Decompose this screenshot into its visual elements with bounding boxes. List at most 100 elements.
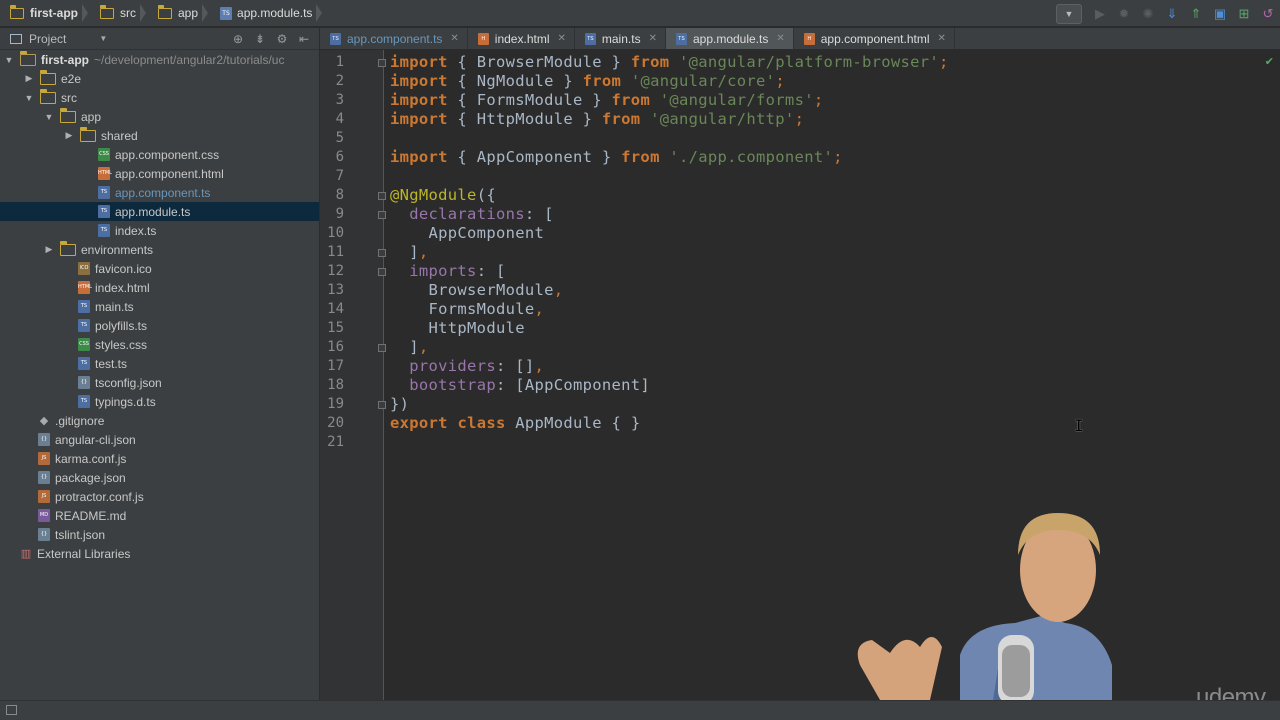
tree-item[interactable]: ▶{}tsconfig.json (0, 373, 319, 392)
tree-item[interactable]: ▶▥External Libraries (0, 544, 319, 563)
undo-icon[interactable]: ↺ (1256, 3, 1280, 25)
tree-item[interactable]: ▶TSapp.module.ts (0, 202, 319, 221)
code-token: ; (775, 72, 785, 90)
close-icon[interactable]: ✕ (937, 33, 945, 44)
fold-marker-icon[interactable] (378, 192, 386, 200)
code-line[interactable]: HttpModule (390, 319, 525, 337)
chevron-down-icon[interactable]: ▼ (24, 93, 34, 103)
code-line[interactable]: export class AppModule { } (390, 414, 640, 432)
code-line[interactable]: @NgModule({ (390, 186, 496, 204)
chevron-right-icon[interactable]: ▶ (64, 130, 74, 141)
code-line[interactable]: declarations: [ (390, 205, 554, 223)
coverage-icon[interactable]: ✺ (1136, 3, 1160, 25)
editor-tab[interactable]: TS main.ts ✕ (575, 28, 666, 49)
editor-tab[interactable]: TS app.component.ts ✕ (320, 28, 468, 49)
chevron-right-icon[interactable]: ▶ (44, 244, 54, 255)
tree-item[interactable]: ▼ app (0, 107, 319, 126)
tree-item-label: environments (81, 242, 154, 257)
tree-item[interactable]: ▼ src (0, 88, 319, 107)
chevron-down-icon[interactable]: ▼ (4, 55, 14, 65)
code-token: ; (833, 148, 843, 166)
tree-item[interactable]: ▶{}angular-cli.json (0, 430, 319, 449)
tree-item[interactable]: ▶TStest.ts (0, 354, 319, 373)
code-token: FormsModule (390, 300, 535, 318)
code-line[interactable]: FormsModule, (390, 300, 544, 318)
close-icon[interactable]: ✕ (558, 33, 566, 44)
locate-icon[interactable]: ⊕ (227, 32, 249, 46)
collapse-all-icon[interactable]: ⇟ (249, 32, 271, 46)
code-line[interactable]: providers: [], (390, 357, 544, 375)
tree-item[interactable]: ▶ environments (0, 240, 319, 259)
close-icon[interactable]: ✕ (450, 33, 458, 44)
hide-panel-icon[interactable]: ⇤ (293, 32, 315, 46)
tree-item[interactable]: ▼ first-app ~/development/angular2/tutoria… (0, 50, 319, 69)
tree-item[interactable]: ▶TSapp.component.ts (0, 183, 319, 202)
tree-item[interactable]: ▶JSprotractor.conf.js (0, 487, 319, 506)
tree-item[interactable]: ▶HTMLindex.html (0, 278, 319, 297)
tree-item[interactable]: ▶CSSapp.component.css (0, 145, 319, 164)
chevron-right-icon[interactable]: ▶ (24, 73, 34, 84)
fold-marker-icon[interactable] (378, 59, 386, 67)
tree-item[interactable]: ▶CSSstyles.css (0, 335, 319, 354)
code-line[interactable]: BrowserModule, (390, 281, 564, 299)
fold-marker-icon[interactable] (378, 344, 386, 352)
tree-item-label: main.ts (95, 299, 134, 314)
tree-item[interactable]: ▶TStypings.d.ts (0, 392, 319, 411)
close-icon[interactable]: ✕ (649, 33, 657, 44)
structure-icon[interactable]: ⊞ (1232, 3, 1256, 25)
tree-item-label: app.module.ts (115, 204, 191, 219)
navigation-bar: first-app src app TS app.module.ts ▼ ▶ ✹ ✺ ⇓… (0, 0, 1280, 27)
debug-icon[interactable]: ✹ (1112, 3, 1136, 25)
vcs-update-icon[interactable]: ⇓ (1160, 3, 1184, 25)
close-icon[interactable]: ✕ (776, 33, 784, 44)
tree-item[interactable]: ▶ICOfavicon.ico (0, 259, 319, 278)
chevron-down-icon[interactable]: ▼ (99, 34, 107, 43)
fold-marker-icon[interactable] (378, 268, 386, 276)
editor-tab[interactable]: Hindex.html ✕ (468, 28, 575, 49)
fold-marker-icon[interactable] (378, 401, 386, 409)
tree-item[interactable]: ▶TSindex.ts (0, 221, 319, 240)
fold-marker-icon[interactable] (378, 249, 386, 257)
code-line[interactable]: ], (390, 338, 429, 356)
editor-tab[interactable]: TS app.module.ts ✕ (665, 28, 794, 49)
code-line[interactable]: import { BrowserModule } from '@angular/… (390, 53, 949, 71)
project-panel-title[interactable]: Project (29, 32, 66, 46)
run-icon[interactable]: ▶ (1088, 3, 1112, 25)
tree-item[interactable]: ▶HTMLapp.component.html (0, 164, 319, 183)
editor-tab[interactable]: Happ.component.html ✕ (794, 28, 955, 49)
tree-item[interactable]: ▶◆.gitignore (0, 411, 319, 430)
code-line[interactable]: import { AppComponent } from './app.comp… (390, 148, 843, 166)
code-line[interactable]: imports: [ (390, 262, 506, 280)
code-line[interactable]: import { NgModule } from '@angular/core'… (390, 72, 785, 90)
code-line[interactable]: AppComponent (390, 224, 544, 242)
code-line[interactable]: ], (390, 243, 429, 261)
tree-item[interactable]: ▶ shared (0, 126, 319, 145)
vcs-commit-icon[interactable]: ⇑ (1184, 3, 1208, 25)
fold-marker-icon[interactable] (378, 211, 386, 219)
gear-icon[interactable]: ⚙ (271, 32, 293, 46)
tree-item[interactable]: ▶TSmain.ts (0, 297, 319, 316)
code-line[interactable]: import { FormsModule } from '@angular/fo… (390, 91, 823, 109)
breadcrumb-item[interactable]: first-app (0, 0, 82, 27)
tool-windows-icon[interactable] (6, 705, 17, 715)
tree-item[interactable]: ▶TSpolyfills.ts (0, 316, 319, 335)
breadcrumb-item[interactable]: TS app.module.ts (210, 0, 316, 27)
code-line[interactable]: import { HttpModule } from '@angular/htt… (390, 110, 804, 128)
status-bar (0, 700, 1280, 720)
run-config-dropdown[interactable]: ▼ (1056, 3, 1082, 24)
chevron-down-icon[interactable]: ▼ (44, 112, 54, 122)
breadcrumb-item[interactable]: src (90, 0, 140, 27)
tree-item[interactable]: ▶JSkarma.conf.js (0, 449, 319, 468)
folder-icon (157, 4, 172, 19)
tree-item[interactable]: ▶ e2e (0, 69, 319, 88)
code-token: '@angular/core' (630, 72, 776, 90)
breadcrumb-item[interactable]: app (148, 0, 202, 27)
tree-item[interactable]: ▶{}package.json (0, 468, 319, 487)
tree-item[interactable]: ▶MDREADME.md (0, 506, 319, 525)
code-line[interactable]: bootstrap: [AppComponent] (390, 376, 650, 394)
settings-screen-icon[interactable]: ▣ (1208, 3, 1232, 25)
code-line[interactable]: }) (390, 395, 409, 413)
code-token: BrowserModule (390, 281, 554, 299)
tree-item[interactable]: ▶{}tslint.json (0, 525, 319, 544)
